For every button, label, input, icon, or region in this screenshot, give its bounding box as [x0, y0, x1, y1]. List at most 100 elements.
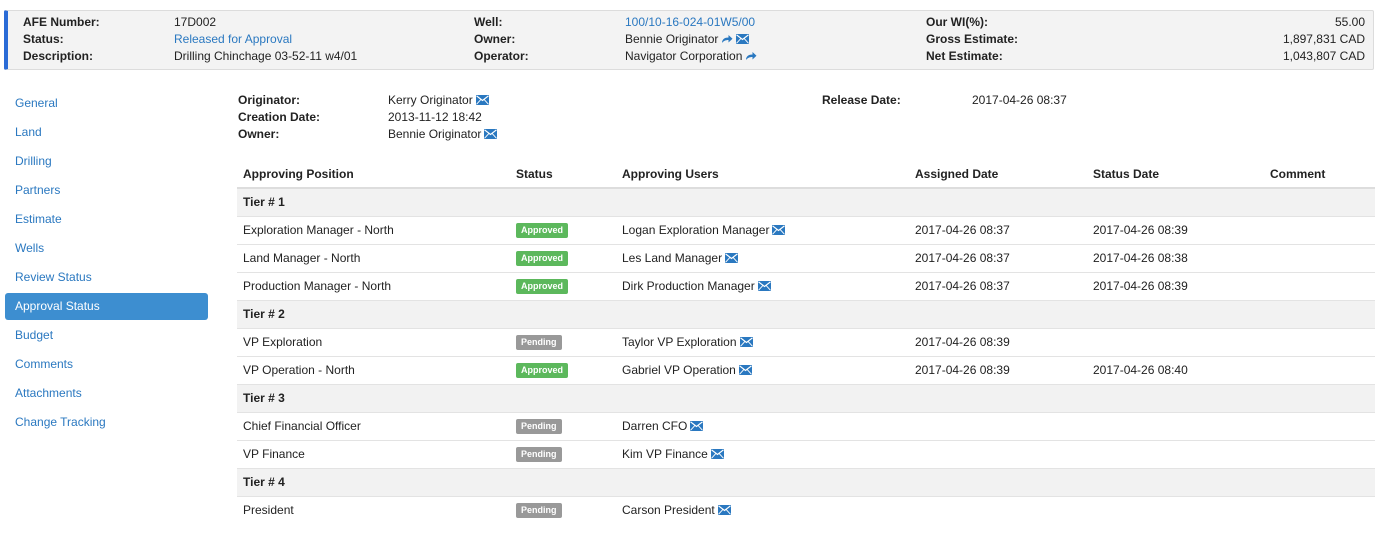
comment [1264, 440, 1375, 469]
comment [1264, 328, 1375, 357]
sidebar-item-land[interactable]: Land [5, 119, 208, 146]
owner-label: Owner: [474, 32, 516, 46]
net-estimate-value: 1,043,807 CAD [1282, 49, 1365, 63]
summary-row-3: Description: Drilling Chinchage 03-52-11… [8, 48, 1373, 65]
envelope-icon[interactable] [484, 129, 498, 139]
net-estimate-label: Net Estimate: [926, 49, 1003, 63]
wi-value: 55.00 [1334, 15, 1365, 29]
tier-label: Tier # 3 [237, 383, 1375, 413]
afe-number-label: AFE Number: [23, 15, 100, 29]
well-link[interactable]: 100/10-16-024-01W5/00 [625, 14, 755, 31]
approving-user-cell: Kim VP Finance [616, 440, 909, 469]
status-date: 2017-04-26 08:39 [1087, 272, 1264, 301]
comment [1264, 244, 1375, 273]
summary-row-2: Status: Released for Approval Owner: Ben… [8, 31, 1373, 48]
status-date: 2017-04-26 08:38 [1087, 244, 1264, 273]
envelope-icon[interactable] [475, 95, 489, 105]
col-header-assigned-date: Assigned Date [909, 160, 1087, 189]
table-row: Land Manager - North Approved Les Land Man… [237, 244, 1375, 273]
envelope-icon[interactable] [739, 337, 753, 347]
sidebar-item-general[interactable]: General [5, 90, 208, 117]
envelope-icon[interactable] [690, 421, 704, 431]
sidebar-item-attachments[interactable]: Attachments [5, 380, 208, 407]
envelope-icon[interactable] [725, 253, 739, 263]
assigned-date: 2017-04-26 08:39 [909, 328, 1087, 357]
approving-user-cell: Logan Exploration Manager [616, 216, 909, 245]
status-badge: Approved [516, 278, 569, 294]
originator-field: Kerry Originator [388, 92, 489, 109]
approving-position: Land Manager - North [237, 244, 510, 273]
info-owner-value: Bennie Originator [388, 127, 482, 141]
status-date [1087, 328, 1264, 357]
status-link[interactable]: Released for Approval [174, 31, 292, 48]
approving-user: Darren CFO [622, 419, 688, 433]
gross-estimate-value: 1,897,831 CAD [1282, 32, 1365, 46]
originator-label: Originator: [238, 93, 300, 107]
status-date [1087, 412, 1264, 441]
sidebar-item-budget[interactable]: Budget [5, 322, 208, 349]
status-badge: Pending [516, 418, 562, 434]
envelope-icon[interactable] [717, 505, 731, 516]
envelope-icon[interactable] [772, 225, 786, 235]
afe-info-block: Originator: Kerry Originator Creation Da… [238, 92, 1138, 144]
col-header-approving-position: Approving Position [237, 160, 510, 189]
sidebar-item-drilling[interactable]: Drilling [5, 148, 208, 175]
sidebar-nav: General Land Drilling Partners Estimate Wells… [5, 90, 208, 438]
envelope-icon[interactable] [738, 365, 752, 375]
share-arrow-icon[interactable] [721, 34, 733, 44]
approving-position: VP Finance [237, 440, 510, 469]
envelope-icon[interactable] [757, 281, 771, 291]
status-badge: Pending [516, 334, 562, 350]
status-badge: Approved [516, 362, 569, 378]
comment [1264, 216, 1375, 245]
afe-number-value: 17D002 [174, 15, 217, 29]
envelope-icon[interactable] [710, 449, 724, 459]
envelope-icon[interactable] [736, 34, 750, 44]
sidebar-item-wells[interactable]: Wells [5, 235, 208, 262]
approving-user: Kim VP Finance [622, 447, 708, 461]
status-cell: Pending [510, 328, 616, 357]
status-badge: Approved [516, 250, 569, 266]
status-badge: Pending [516, 502, 562, 518]
approving-position: Chief Financial Officer [237, 412, 510, 441]
assigned-date: 2017-04-26 08:37 [909, 216, 1087, 245]
sidebar-item-estimate[interactable]: Estimate [5, 206, 208, 233]
approving-user-cell: Taylor VP Exploration [616, 328, 909, 357]
owner-value: Bennie Originator [625, 32, 719, 46]
status-date [1087, 496, 1264, 524]
approving-user: Les Land Manager [622, 251, 723, 265]
sidebar-item-approval-status[interactable]: Approval Status [5, 293, 208, 320]
col-header-comment: Comment [1264, 160, 1375, 189]
status-badge: Approved [516, 222, 569, 238]
comment [1264, 272, 1375, 301]
owner-field: Bennie Originator [625, 31, 750, 48]
status-cell: Approved [510, 272, 616, 301]
sidebar-item-review-status[interactable]: Review Status [5, 264, 208, 291]
assigned-date [909, 496, 1087, 524]
table-row: VP Exploration Pending Taylor VP Explorati… [237, 328, 1375, 357]
sidebar-item-change-tracking[interactable]: Change Tracking [5, 409, 208, 436]
sidebar-item-partners[interactable]: Partners [5, 177, 208, 204]
table-row: VP Finance Pending Kim VP Finance [237, 440, 1375, 469]
sidebar-item-comments[interactable]: Comments [5, 351, 208, 378]
tier-header-row: Tier # 2 [237, 299, 1375, 329]
tier-label: Tier # 4 [237, 467, 1375, 497]
tier-header-row: Tier # 1 [237, 187, 1375, 217]
status-date: 2017-04-26 08:39 [1087, 216, 1264, 245]
afe-summary-panel: AFE Number: 17D002 Well: 100/10-16-024-0… [4, 10, 1374, 70]
tier-header-row: Tier # 3 [237, 383, 1375, 413]
comment [1264, 496, 1375, 524]
status-cell: Approved [510, 216, 616, 245]
description-label: Description: [23, 49, 94, 63]
operator-field: Navigator Corporation [625, 48, 757, 65]
approving-user-cell: Carson President [616, 496, 909, 524]
originator-value: Kerry Originator [388, 93, 473, 107]
operator-value: Navigator Corporation [625, 49, 743, 63]
approval-table-body: Tier # 1 Exploration Manager - North Appro… [237, 187, 1375, 524]
table-row: VP Operation - North Approved Gabriel VP O… [237, 356, 1375, 385]
approving-user: Taylor VP Exploration [622, 335, 737, 349]
table-row: Chief Financial Officer Pending Darren CFO [237, 412, 1375, 441]
share-arrow-icon[interactable] [745, 51, 757, 61]
status-date [1087, 440, 1264, 469]
comment [1264, 412, 1375, 441]
